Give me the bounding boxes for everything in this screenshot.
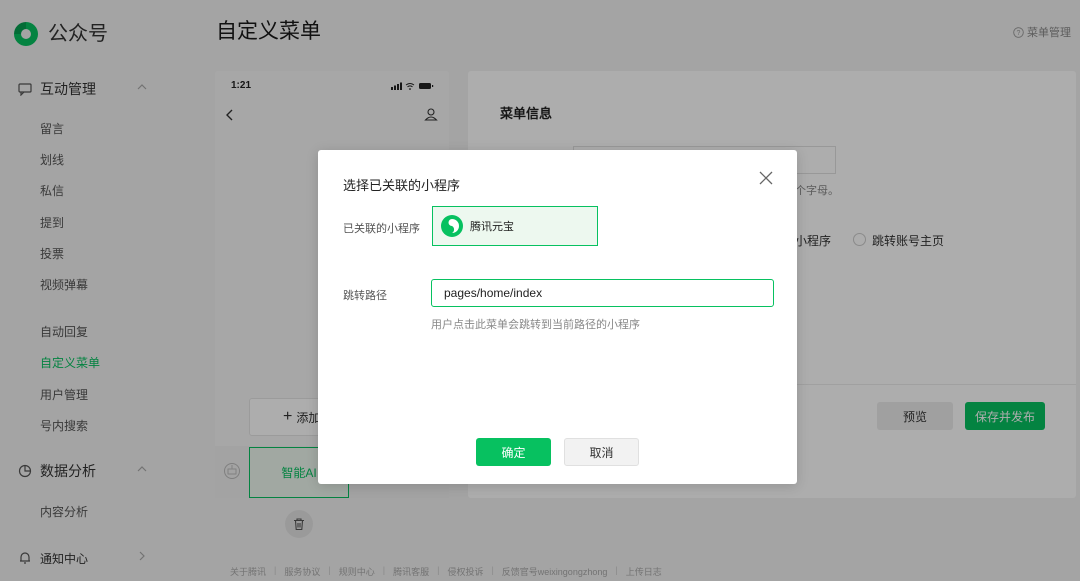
path-input[interactable] — [431, 279, 774, 307]
path-label: 跳转路径 — [343, 290, 387, 302]
confirm-button[interactable]: 确定 — [476, 438, 551, 466]
close-icon[interactable] — [757, 169, 775, 187]
linked-miniapp-label: 已关联的小程序 — [343, 223, 420, 235]
miniapp-name: 腾讯元宝 — [470, 221, 514, 233]
cancel-button[interactable]: 取消 — [564, 438, 639, 466]
path-hint: 用户点击此菜单会跳转到当前路径的小程序 — [431, 319, 640, 331]
yuanbao-logo-icon — [441, 215, 463, 237]
miniapp-option-selected[interactable]: 腾讯元宝 — [432, 206, 598, 246]
dialog-title: 选择已关联的小程序 — [343, 178, 461, 193]
